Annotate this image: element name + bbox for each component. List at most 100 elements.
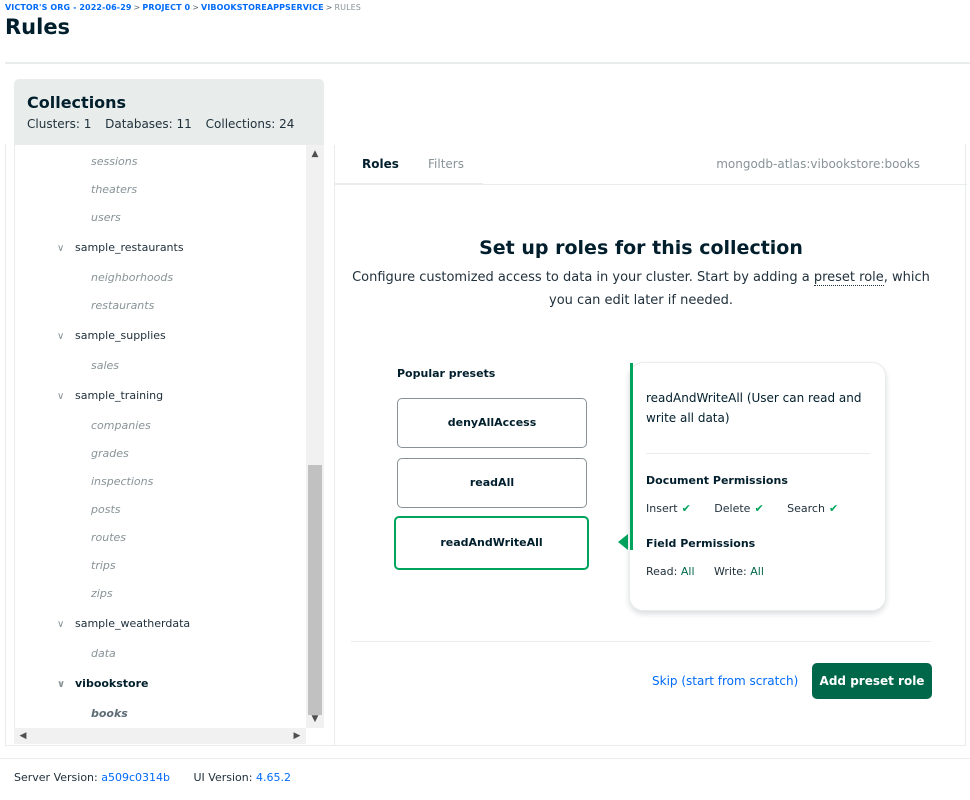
actions-divider	[351, 641, 931, 642]
server-version-label: Server Version:	[14, 771, 98, 784]
collections-header: Collections Clusters: 1 Databases: 11 Co…	[14, 79, 324, 145]
breadcrumb: VICTOR'S ORG - 2022-06-29 > PROJECT 0 > VIBO…	[5, 3, 361, 12]
tree-collection-companies[interactable]: companies	[91, 416, 151, 436]
read-value: All	[680, 565, 695, 578]
tree-database-sample-weatherdata[interactable]: ∨ sample_weatherdata	[57, 614, 190, 634]
tree-collection-sales[interactable]: sales	[91, 356, 119, 376]
tree-database-sample-training[interactable]: ∨ sample_training	[57, 386, 163, 406]
check-icon: ✔	[681, 502, 691, 515]
scroll-down-icon[interactable]: ▼	[306, 712, 324, 726]
tree-item-label: trips	[91, 559, 116, 572]
perm-delete: Delete ✔	[714, 502, 763, 515]
tree-item-label: inspections	[91, 475, 154, 488]
tree-collection-trips[interactable]: trips	[91, 556, 116, 576]
breadcrumb-app[interactable]: VIBOOKSTOREAPPSERVICE	[201, 3, 324, 12]
preset-detail-card: readAndWriteAll (User can read and write…	[629, 362, 886, 611]
tree-item-label: neighborhoods	[91, 271, 174, 284]
detail-accent-bar	[630, 363, 633, 550]
scroll-left-icon[interactable]: ◀	[16, 728, 30, 744]
tree-collection-posts[interactable]: posts	[91, 500, 121, 520]
breadcrumb-project[interactable]: PROJECT 0	[142, 3, 190, 12]
footer-divider	[0, 758, 970, 759]
tree-item-label: theaters	[91, 183, 138, 196]
tab-filters[interactable]: Filters	[428, 157, 464, 171]
tree-item-label: zips	[91, 587, 113, 600]
chevron-down-icon[interactable]: ∨	[57, 615, 67, 635]
preset-read-and-write-all-button[interactable]: readAndWriteAll	[394, 516, 589, 570]
tree-item-label: grades	[91, 447, 129, 460]
scroll-up-icon[interactable]: ▲	[306, 147, 324, 161]
tree-collection-theaters[interactable]: theaters	[91, 180, 137, 200]
perm-insert: Insert ✔	[646, 502, 691, 515]
tree-item-label: routes	[91, 531, 127, 544]
tree-item-label: sample_training	[75, 389, 164, 402]
skip-link[interactable]: Skip (start from scratch)	[652, 674, 798, 688]
preset-deny-all-access-button[interactable]: denyAllAccess	[397, 398, 587, 448]
collections-count: Collections: 24	[205, 117, 295, 131]
server-version-link[interactable]: a509c0314b	[101, 771, 170, 784]
detail-divider	[646, 453, 870, 454]
tree-database-sample-restaurants[interactable]: ∨ sample_restaurants	[57, 238, 184, 258]
chevron-down-icon[interactable]: ∨	[57, 239, 67, 259]
breadcrumb-org[interactable]: VICTOR'S ORG - 2022-06-29	[5, 3, 132, 12]
version-footer: Server Version: a509c0314b UI Version: 4…	[14, 771, 291, 784]
setup-title: Set up roles for this collection	[479, 237, 803, 259]
preset-read-all-button[interactable]: readAll	[397, 458, 587, 508]
tree-item-label: sample_restaurants	[75, 241, 184, 254]
detail-pointer	[618, 534, 628, 550]
add-preset-role-button[interactable]: Add preset role	[812, 663, 932, 699]
tree-collection-users[interactable]: users	[91, 208, 121, 228]
preset-description: readAndWriteAll (User can read and write…	[646, 391, 862, 425]
document-permissions-title: Document Permissions	[646, 474, 788, 487]
tree-collection-data[interactable]: data	[91, 644, 116, 664]
tree-item-label: sample_supplies	[75, 329, 166, 342]
scrollbar-thumb[interactable]	[308, 465, 322, 715]
chevron-down-icon[interactable]: ∨	[57, 387, 67, 407]
write-value: All	[750, 565, 764, 578]
collections-tree: sessions theaters users ∨ sample_restaurants…	[14, 145, 306, 728]
read-label: Read:	[646, 565, 678, 578]
tree-collection-restaurants[interactable]: restaurants	[91, 296, 154, 316]
databases-count: Databases: 11	[105, 117, 192, 131]
rules-tabs: Roles Filters mongodb-atlas:vibookstore:…	[335, 145, 967, 185]
tree-collection-zips[interactable]: zips	[91, 584, 113, 604]
tree-collection-sessions[interactable]: sessions	[91, 152, 137, 172]
field-permissions-title: Field Permissions	[646, 537, 756, 550]
tree-database-sample-supplies[interactable]: ∨ sample_supplies	[57, 326, 166, 346]
ui-version-link[interactable]: 4.65.2	[256, 771, 291, 784]
preset-role-tooltip-link[interactable]: preset role	[813, 270, 884, 286]
tree-collection-grades[interactable]: grades	[91, 444, 129, 464]
rules-main-panel: Roles Filters mongodb-atlas:vibookstore:…	[334, 145, 967, 745]
breadcrumb-separator: >	[133, 3, 141, 12]
header-divider	[5, 62, 970, 64]
chevron-down-icon[interactable]: ∨	[57, 675, 67, 695]
tree-database-vibookstore[interactable]: ∨ vibookstore	[57, 674, 149, 694]
tree-vertical-scrollbar[interactable]: ▲ ▼	[306, 145, 324, 728]
tree-item-label: users	[91, 211, 121, 224]
tree-collection-neighborhoods[interactable]: neighborhoods	[91, 268, 173, 288]
collection-namespace: mongodb-atlas:vibookstore:books	[716, 157, 920, 171]
tree-collection-routes[interactable]: routes	[91, 528, 126, 548]
perm-delete-label: Delete	[714, 502, 751, 515]
tree-horizontal-scrollbar[interactable]: ◀ ▶	[14, 728, 306, 744]
tree-collection-books[interactable]: books	[91, 704, 128, 724]
tree-item-label: restaurants	[91, 299, 155, 312]
collections-stats: Clusters: 1 Databases: 11 Collections: 2…	[27, 117, 311, 131]
scroll-right-icon[interactable]: ▶	[290, 728, 304, 744]
tree-item-label: data	[91, 647, 116, 660]
breadcrumb-separator: >	[325, 3, 333, 12]
perm-search: Search ✔	[787, 502, 838, 515]
collections-title: Collections	[27, 93, 127, 112]
check-icon: ✔	[828, 502, 839, 515]
tab-roles[interactable]: Roles	[362, 157, 399, 171]
clusters-count: Clusters: 1	[27, 117, 92, 131]
ui-version-label: UI Version:	[193, 771, 253, 784]
tree-collection-inspections[interactable]: inspections	[91, 472, 153, 492]
tree-item-label: posts	[91, 503, 121, 516]
breadcrumb-current: RULES	[334, 3, 361, 12]
tree-item-label: books	[91, 707, 128, 720]
tree-item-label: sales	[91, 359, 120, 372]
popular-presets-label: Popular presets	[397, 367, 496, 380]
perm-insert-label: Insert	[646, 502, 678, 515]
chevron-down-icon[interactable]: ∨	[57, 327, 67, 347]
